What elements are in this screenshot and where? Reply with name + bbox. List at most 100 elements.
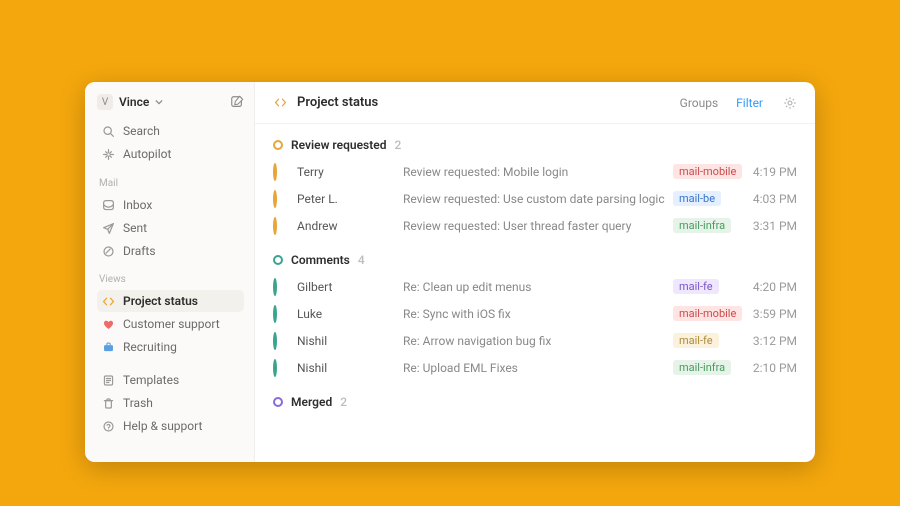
- sidebar-item-help-support[interactable]: Help & support: [97, 415, 244, 437]
- message-row[interactable]: Nishil Re: Upload EML Fixes mail-infra 2…: [273, 354, 797, 381]
- group-name: Merged: [291, 395, 332, 409]
- group-merged: Merged 2: [273, 395, 797, 409]
- code-icon: [273, 96, 287, 110]
- sidebar-section-label: Mail: [99, 178, 242, 189]
- timestamp: 3:31 PM: [749, 219, 797, 233]
- group-name: Comments: [291, 253, 350, 267]
- tag-badge: mail-fe: [673, 279, 719, 294]
- timestamp: 4:19 PM: [749, 165, 797, 179]
- timestamp: 4:03 PM: [749, 192, 797, 206]
- app-window: V Vince Search Autopilot Mail Inbox Sent…: [85, 82, 815, 462]
- subject: Re: Upload EML Fixes: [403, 361, 667, 375]
- subject: Review requested: Use custom date parsin…: [403, 192, 667, 206]
- message-row[interactable]: Gilbert Re: Clean up edit menus mail-fe …: [273, 273, 797, 300]
- search-icon: [101, 124, 115, 138]
- tag-badge: mail-mobile: [673, 164, 742, 179]
- avatar: V: [97, 94, 113, 110]
- page-title: Project status: [297, 95, 378, 110]
- header: Project status Groups Filter: [255, 82, 815, 124]
- sender: Terry: [297, 165, 397, 179]
- sidebar-item-trash[interactable]: Trash: [97, 392, 244, 414]
- sender: Andrew: [297, 219, 397, 233]
- tag-cell: mail-infra: [673, 360, 743, 375]
- group-comments: Comments 4 Gilbert Re: Clean up edit men…: [273, 253, 797, 381]
- sidebar-item-label: Help & support: [123, 419, 202, 433]
- sidebar-item-label: Customer support: [123, 317, 220, 331]
- sidebar-item-recruiting[interactable]: Recruiting: [97, 336, 244, 358]
- sidebar-item-drafts[interactable]: Drafts: [97, 240, 244, 262]
- message-row[interactable]: Nishil Re: Arrow navigation bug fix mail…: [273, 327, 797, 354]
- sender: Nishil: [297, 334, 397, 348]
- status-dot-icon: [273, 140, 283, 150]
- tag-badge: mail-infra: [673, 218, 731, 233]
- status-dot-icon: [273, 192, 291, 206]
- timestamp: 3:59 PM: [749, 307, 797, 321]
- sidebar-item-label: Trash: [123, 396, 153, 410]
- tag-cell: mail-mobile: [673, 164, 743, 179]
- status-dot-icon: [273, 165, 291, 179]
- group-name: Review requested: [291, 138, 386, 152]
- chevron-down-icon: [155, 98, 163, 106]
- group-header[interactable]: Review requested 2: [273, 138, 797, 152]
- sidebar-item-label: Project status: [123, 294, 198, 308]
- message-row[interactable]: Luke Re: Sync with iOS fix mail-mobile 3…: [273, 300, 797, 327]
- sender: Luke: [297, 307, 397, 321]
- sparkle-icon: [101, 147, 115, 161]
- gear-icon[interactable]: [783, 96, 797, 110]
- subject: Re: Clean up edit menus: [403, 280, 667, 294]
- sidebar-item-project-status[interactable]: Project status: [97, 290, 244, 312]
- sidebar-item-templates[interactable]: Templates: [97, 369, 244, 391]
- status-dot-icon: [273, 307, 291, 321]
- filter-button[interactable]: Filter: [732, 94, 767, 112]
- sidebar-item-label: Search: [123, 124, 160, 138]
- tag-badge: mail-fe: [673, 333, 719, 348]
- message-row[interactable]: Terry Review requested: Mobile login mai…: [273, 158, 797, 185]
- group-count: 2: [340, 395, 347, 409]
- group-header[interactable]: Comments 4: [273, 253, 797, 267]
- tag-cell: mail-fe: [673, 333, 743, 348]
- message-row[interactable]: Peter L. Review requested: Use custom da…: [273, 185, 797, 212]
- subject: Re: Arrow navigation bug fix: [403, 334, 667, 348]
- status-dot-icon: [273, 397, 283, 407]
- group-count: 2: [394, 138, 401, 152]
- status-dot-icon: [273, 334, 291, 348]
- sidebar-item-search[interactable]: Search: [97, 120, 244, 142]
- sender: Nishil: [297, 361, 397, 375]
- timestamp: 3:12 PM: [749, 334, 797, 348]
- send-icon: [101, 221, 115, 235]
- status-dot-icon: [273, 219, 291, 233]
- tag-cell: mail-infra: [673, 218, 743, 233]
- groups-button[interactable]: Groups: [676, 94, 723, 112]
- group-review-requested: Review requested 2 Terry Review requeste…: [273, 138, 797, 239]
- status-dot-icon: [273, 361, 291, 375]
- subject: Review requested: User thread faster que…: [403, 219, 667, 233]
- sidebar-item-autopilot[interactable]: Autopilot: [97, 143, 244, 165]
- briefcase-icon: [101, 340, 115, 354]
- sender: Gilbert: [297, 280, 397, 294]
- subject: Review requested: Mobile login: [403, 165, 667, 179]
- code-icon: [101, 294, 115, 308]
- timestamp: 4:20 PM: [749, 280, 797, 294]
- sidebar-item-sent[interactable]: Sent: [97, 217, 244, 239]
- compose-icon[interactable]: [230, 95, 244, 109]
- sidebar-item-label: Sent: [123, 221, 147, 235]
- templates-icon: [101, 373, 115, 387]
- sidebar-section-label: Views: [99, 274, 242, 285]
- subject: Re: Sync with iOS fix: [403, 307, 667, 321]
- sidebar-item-customer-support[interactable]: Customer support: [97, 313, 244, 335]
- sender: Peter L.: [297, 192, 397, 206]
- tag-badge: mail-infra: [673, 360, 731, 375]
- sidebar-item-label: Autopilot: [123, 147, 171, 161]
- sidebar-item-inbox[interactable]: Inbox: [97, 194, 244, 216]
- message-row[interactable]: Andrew Review requested: User thread fas…: [273, 212, 797, 239]
- user-row: V Vince: [97, 94, 244, 110]
- trash-icon: [101, 396, 115, 410]
- group-header[interactable]: Merged 2: [273, 395, 797, 409]
- user-menu[interactable]: V Vince: [97, 94, 163, 110]
- draft-icon: [101, 244, 115, 258]
- tag-badge: mail-be: [673, 191, 721, 206]
- help-icon: [101, 419, 115, 433]
- tag-cell: mail-be: [673, 191, 743, 206]
- inbox-icon: [101, 198, 115, 212]
- sidebar-item-label: Recruiting: [123, 340, 177, 354]
